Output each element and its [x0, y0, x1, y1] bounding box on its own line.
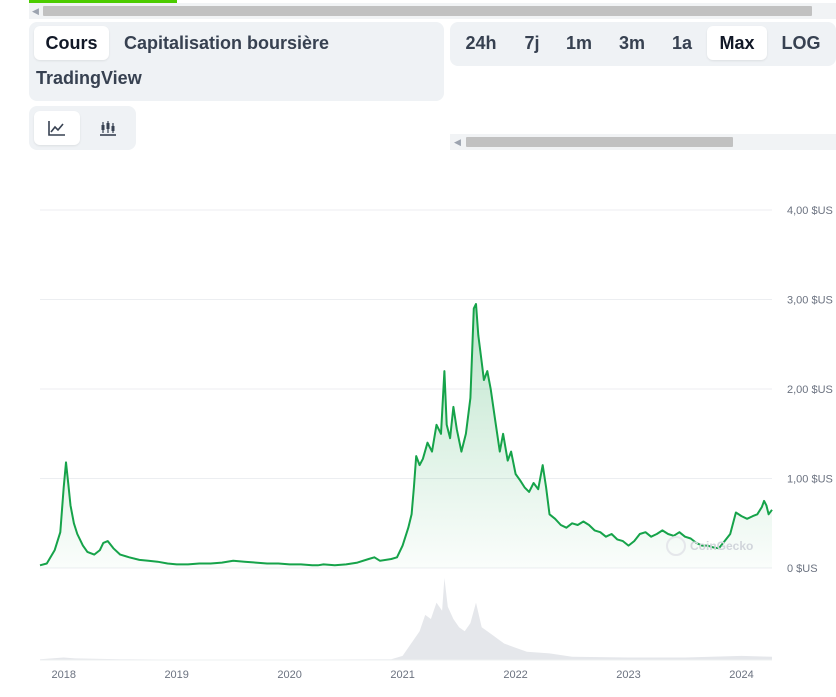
watermark-text: CoinGecko	[690, 539, 753, 553]
x-tick-label: 2023	[616, 669, 640, 681]
price-area	[40, 304, 772, 568]
volume-area	[40, 578, 772, 660]
y-tick-label: 3,00 $US	[787, 295, 833, 307]
x-tick-label: 2019	[164, 669, 188, 681]
x-tick-label: 2021	[390, 669, 414, 681]
y-tick-label: 4,00 $US	[787, 205, 833, 217]
y-tick-label: 0 $US	[787, 563, 818, 575]
y-axis-labels: 0 $US 1,00 $US 2,00 $US 3,00 $US 4,00 $US	[787, 205, 833, 575]
y-tick-label: 1,00 $US	[787, 474, 833, 486]
volume-bars	[40, 578, 772, 661]
price-area-fill	[40, 304, 772, 568]
grid-lines	[40, 209, 772, 569]
price-line	[39, 303, 773, 567]
price-chart[interactable]: 0 $US 1,00 $US 2,00 $US 3,00 $US 4,00 $US 20…	[0, 0, 836, 697]
x-tick-label: 2020	[277, 669, 301, 681]
x-axis-labels: 2018 2019 2020 2021 2022 2023 2024	[51, 669, 753, 681]
x-tick-label: 2022	[503, 669, 527, 681]
y-tick-label: 2,00 $US	[787, 384, 833, 396]
x-tick-label: 2024	[729, 669, 753, 681]
x-tick-label: 2018	[51, 669, 75, 681]
price-series-line	[39, 303, 773, 567]
